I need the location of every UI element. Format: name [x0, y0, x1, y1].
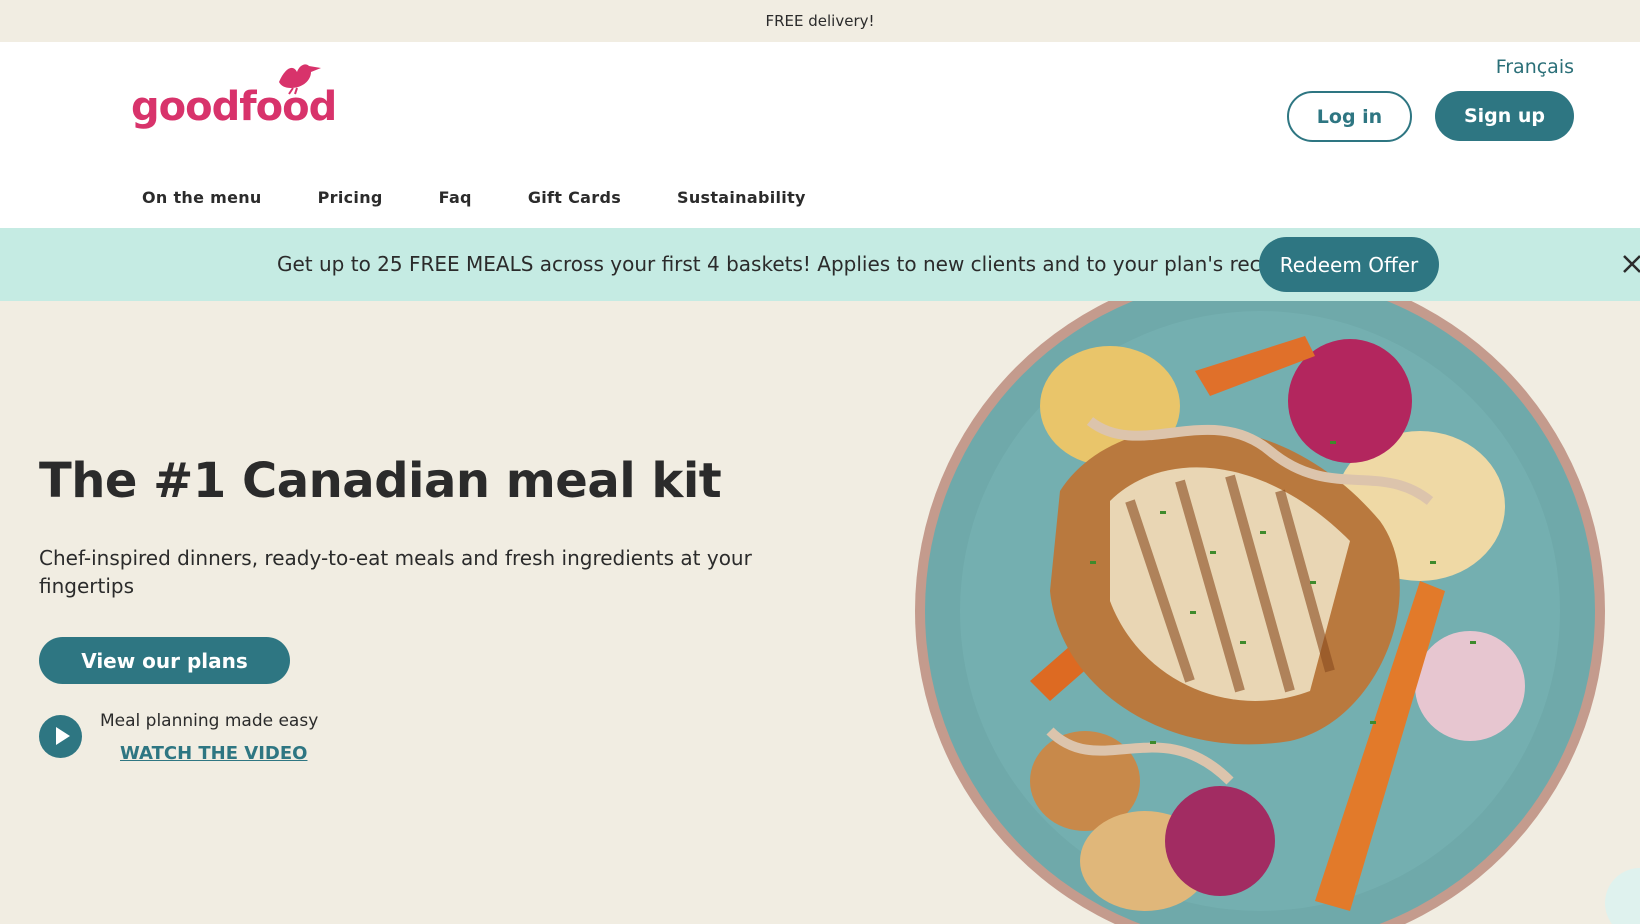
nav-item-sustainability[interactable]: Sustainability — [677, 188, 806, 207]
announcement-bar: FREE delivery! — [0, 0, 1640, 42]
language-toggle-link[interactable]: Français — [1496, 56, 1574, 78]
promo-banner: Get up to 25 FREE MEALS across your firs… — [0, 228, 1640, 301]
hero-subtitle: Chef-inspired dinners, ready-to-eat meal… — [39, 546, 752, 598]
nav-item-on-the-menu[interactable]: On the menu — [142, 188, 262, 207]
hero-section: The #1 Canadian meal kit Chef-inspired d… — [0, 301, 1640, 924]
view-plans-button[interactable]: View our plans — [39, 637, 290, 684]
hero-food-image — [915, 301, 1605, 924]
redeem-offer-button[interactable]: Redeem Offer — [1259, 237, 1439, 292]
goodfood-logo[interactable]: goodfood — [131, 60, 337, 140]
play-icon[interactable] — [39, 715, 82, 758]
login-button[interactable]: Log in — [1287, 91, 1412, 142]
announcement-text: FREE delivery! — [765, 12, 875, 30]
close-icon[interactable] — [1618, 250, 1640, 278]
video-caption: Meal planning made easy — [100, 711, 319, 731]
main-nav: On the menu Pricing Faq Gift Cards Susta… — [142, 188, 862, 207]
hero-title: The #1 Canadian meal kit — [39, 453, 722, 509]
nav-item-faq[interactable]: Faq — [439, 188, 472, 207]
watch-video-link[interactable]: WATCH THE VIDEO — [120, 743, 307, 764]
nav-item-pricing[interactable]: Pricing — [318, 188, 383, 207]
nav-item-gift-cards[interactable]: Gift Cards — [528, 188, 621, 207]
promo-text: Get up to 25 FREE MEALS across your firs… — [277, 252, 1309, 276]
bird-icon — [279, 64, 321, 95]
signup-button[interactable]: Sign up — [1435, 91, 1574, 141]
site-header: goodfood Français Log in Sign up On the … — [0, 42, 1640, 228]
